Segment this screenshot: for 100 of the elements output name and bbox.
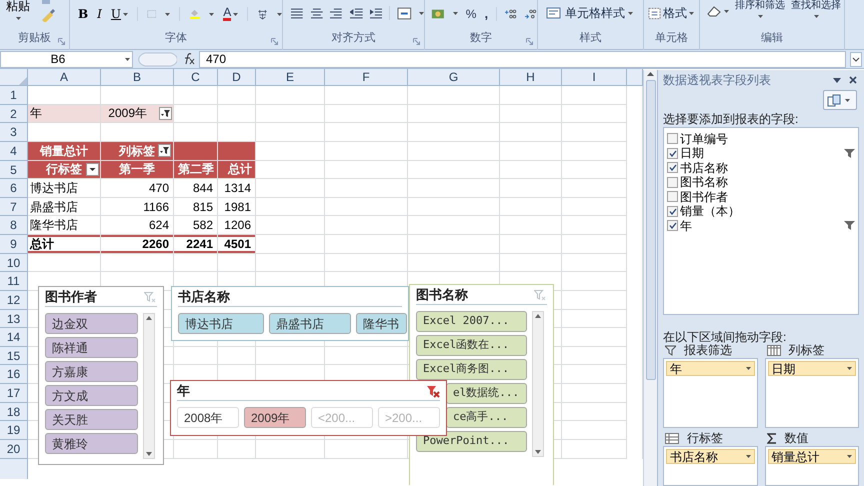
sheet-cell[interactable]: 2009年 <box>101 104 173 122</box>
eraser-icon[interactable] <box>706 5 722 17</box>
row-header[interactable]: 5 <box>0 160 28 178</box>
column-header[interactable]: G <box>408 69 500 85</box>
format-button[interactable]: 格式 <box>648 4 694 22</box>
slicer-item[interactable]: Excel 2007... <box>416 311 527 332</box>
format-painter-icon[interactable] <box>40 8 56 22</box>
sheet-cell[interactable]: 销量总计 <box>28 142 100 160</box>
field-checkbox[interactable] <box>667 191 678 202</box>
row-header[interactable]: 6 <box>0 179 28 197</box>
field-checkbox[interactable] <box>667 220 678 232</box>
expand-formula-icon[interactable] <box>850 52 862 66</box>
row-header[interactable]: 2 <box>0 104 28 122</box>
italic-button[interactable]: I <box>97 5 102 23</box>
decrease-decimal-icon[interactable] <box>524 8 538 20</box>
sheet-cell[interactable]: 行标签 <box>28 160 100 178</box>
row-header[interactable]: 1 <box>0 86 28 104</box>
row-header[interactable]: 18 <box>0 402 28 420</box>
column-header[interactable]: B <box>101 69 174 85</box>
comma-button[interactable]: , <box>484 4 488 24</box>
row-header[interactable]: 11 <box>0 272 28 290</box>
slicer-item[interactable]: Excel函数在... <box>416 335 527 356</box>
bold-button[interactable]: B <box>78 5 88 23</box>
clear-filter-icon[interactable] <box>427 384 440 398</box>
sheet-cell[interactable]: 1981 <box>218 198 255 216</box>
layout-button[interactable] <box>823 90 857 110</box>
slicer-item[interactable]: Excel商务图... <box>416 359 527 380</box>
filter-button-icon[interactable] <box>158 144 171 158</box>
slicer-item[interactable]: ce高手... <box>446 407 527 428</box>
formula-field[interactable]: 470 <box>199 50 846 68</box>
sheet-cell[interactable]: 隆华书店 <box>28 216 100 234</box>
scrollbar[interactable] <box>532 311 544 457</box>
slicer-item[interactable]: el数据统... <box>446 383 527 404</box>
slicer-item[interactable]: 博达书店 <box>178 313 264 334</box>
sheet-cell[interactable]: 列标签 <box>101 142 173 160</box>
column-header[interactable]: I <box>562 69 627 85</box>
sheet-cell[interactable] <box>218 142 255 160</box>
field-checkbox[interactable] <box>667 206 678 217</box>
column-header[interactable]: C <box>174 69 218 85</box>
slicer-item[interactable]: 陈祥通 <box>45 337 138 358</box>
pane-menu-icon[interactable] <box>833 78 841 83</box>
slicer-item[interactable]: 鼎盛书店 <box>269 313 351 334</box>
column-header[interactable]: E <box>256 69 325 85</box>
underline-button[interactable]: U <box>110 5 128 23</box>
increase-decimal-icon[interactable] <box>504 8 517 20</box>
cell-styles-button[interactable]: 单元格样式 <box>546 4 633 22</box>
row-header[interactable]: 17 <box>0 384 28 402</box>
vertical-scrollbar[interactable] <box>643 70 657 486</box>
field-checkbox[interactable] <box>667 133 678 144</box>
row-header[interactable]: 3 <box>0 123 28 141</box>
area-field[interactable]: 书店名称 <box>666 449 754 464</box>
sheet-cell[interactable]: 鼎盛书店 <box>28 198 100 216</box>
row-header[interactable]: 8 <box>0 216 28 234</box>
increase-indent-icon[interactable] <box>370 8 382 18</box>
column-header[interactable]: H <box>500 69 562 85</box>
merge-cells-icon[interactable] <box>397 6 412 20</box>
sheet-cell[interactable]: 624 <box>101 216 173 234</box>
paste-button[interactable]: 粘贴 <box>6 0 30 22</box>
decrease-indent-icon[interactable] <box>350 8 363 18</box>
number-format-icon[interactable] <box>431 6 445 21</box>
align-icon[interactable] <box>291 8 304 18</box>
sheet-cell[interactable]: 582 <box>174 216 217 234</box>
align-icon[interactable] <box>330 8 344 18</box>
field-checkbox[interactable] <box>667 148 678 159</box>
column-header[interactable]: A <box>28 69 101 85</box>
area-field[interactable]: 销量总计 <box>768 449 856 464</box>
row-header[interactable]: 9 <box>0 235 28 253</box>
slicer-item[interactable]: 方嘉康 <box>45 361 138 382</box>
slicer-item[interactable]: 隆华书 <box>356 313 407 334</box>
area-field[interactable]: 年 <box>666 361 754 376</box>
sheet-cell[interactable]: 第二季 <box>174 160 217 178</box>
slicer-item[interactable]: 黄雅玲 <box>45 433 138 454</box>
sheet-cell[interactable]: 844 <box>174 179 217 197</box>
sheet-cell[interactable] <box>174 142 217 160</box>
field-checkbox[interactable] <box>667 162 678 174</box>
slicer-item[interactable]: 2008年 <box>177 407 239 428</box>
name-box[interactable]: B6 <box>0 50 133 68</box>
font-color-button[interactable]: A <box>223 7 238 21</box>
field-checkbox[interactable] <box>667 176 678 188</box>
close-icon[interactable] <box>849 76 857 84</box>
fill-color-icon[interactable] <box>189 7 200 21</box>
sheet-cell[interactable]: 470 <box>101 179 173 197</box>
filter-button-icon[interactable] <box>159 106 172 120</box>
row-header[interactable]: 4 <box>0 142 28 160</box>
row-header[interactable]: 14 <box>0 328 28 346</box>
scroll-thumb[interactable] <box>646 80 656 380</box>
sheet-cell[interactable]: 总计 <box>218 160 255 178</box>
row-header[interactable]: 16 <box>0 365 28 383</box>
slicer-item[interactable]: 方文成 <box>45 385 138 406</box>
row-header[interactable]: 15 <box>0 346 28 364</box>
slicer-item[interactable]: 2009年 <box>244 407 306 428</box>
row-header[interactable]: 10 <box>0 254 28 272</box>
row-header[interactable]: 13 <box>0 310 28 328</box>
slicer-item[interactable]: 关天胜 <box>45 409 138 430</box>
row-header[interactable]: 7 <box>0 198 28 216</box>
slicer-item[interactable]: PowerPoint... <box>416 431 527 452</box>
row-header[interactable]: 12 <box>0 290 28 308</box>
percent-button[interactable]: % <box>466 4 476 23</box>
sheet-cell[interactable]: 1206 <box>218 216 255 234</box>
align-icon[interactable] <box>310 8 324 18</box>
